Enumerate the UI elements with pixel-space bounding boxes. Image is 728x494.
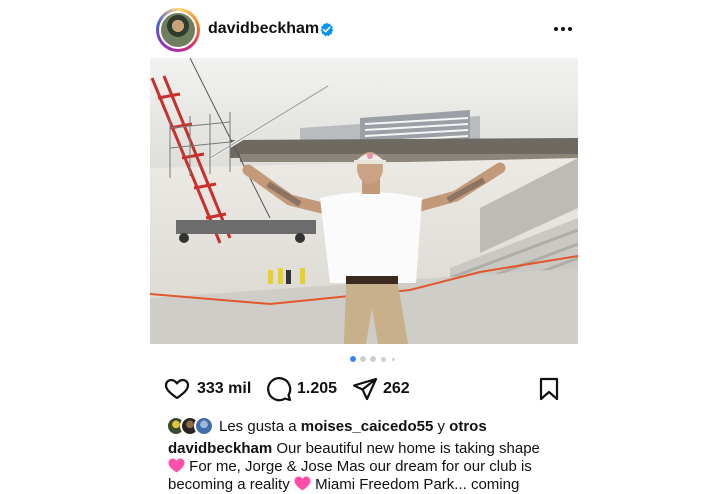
carousel-dot-3[interactable]	[370, 356, 376, 362]
story-ring[interactable]	[156, 8, 200, 52]
post-actions: 333 mil 1.205 262	[164, 374, 564, 404]
post-header: davidbeckham	[156, 8, 576, 52]
post-username[interactable]: davidbeckham	[208, 20, 319, 38]
carousel-dot-2[interactable]	[360, 356, 366, 362]
carousel-dot-4[interactable]	[381, 357, 386, 362]
post-photo[interactable]	[150, 58, 578, 344]
liker-username[interactable]: moises_caicedo55	[301, 418, 434, 435]
likes-others[interactable]: otros	[449, 418, 487, 435]
comment-icon[interactable]	[266, 376, 292, 402]
caption-line-3b: Miami Freedom Park... coming	[315, 476, 520, 493]
pink-heart-emoji-icon	[168, 458, 185, 473]
carousel-dot-5[interactable]	[392, 358, 395, 361]
caption-line-3a: becoming a reality	[168, 476, 290, 493]
share-icon[interactable]	[352, 376, 378, 402]
heart-icon[interactable]	[164, 376, 190, 402]
share-count[interactable]: 262	[383, 380, 410, 398]
liker-avatar-3	[194, 416, 214, 436]
caption-author[interactable]: davidbeckham	[168, 440, 272, 457]
likes-summary[interactable]: Les gusta a moises_caicedo55 y otros	[166, 416, 586, 438]
likes-prefix: Les gusta a	[219, 418, 297, 435]
likes-conjunction: y	[437, 418, 446, 435]
pink-heart-emoji-icon	[294, 476, 311, 491]
post-caption: davidbeckham Our beautiful new home is t…	[168, 440, 568, 494]
caption-line-1: Our beautiful new home is taking shape	[276, 440, 540, 457]
more-horizontal-icon[interactable]	[550, 16, 576, 42]
carousel-dot-1[interactable]	[350, 356, 356, 362]
like-count[interactable]: 333 mil	[197, 380, 251, 398]
caption-line-2: For me, Jorge & Jose Mas our dream for o…	[189, 458, 532, 475]
bookmark-icon[interactable]	[536, 376, 562, 402]
stadium-construction-image	[150, 58, 578, 344]
likes-text: Les gusta a moises_caicedo55 y otros	[219, 418, 487, 435]
verified-badge-icon	[320, 22, 334, 37]
avatar[interactable]	[159, 11, 197, 49]
comment-count[interactable]: 1.205	[297, 380, 337, 398]
